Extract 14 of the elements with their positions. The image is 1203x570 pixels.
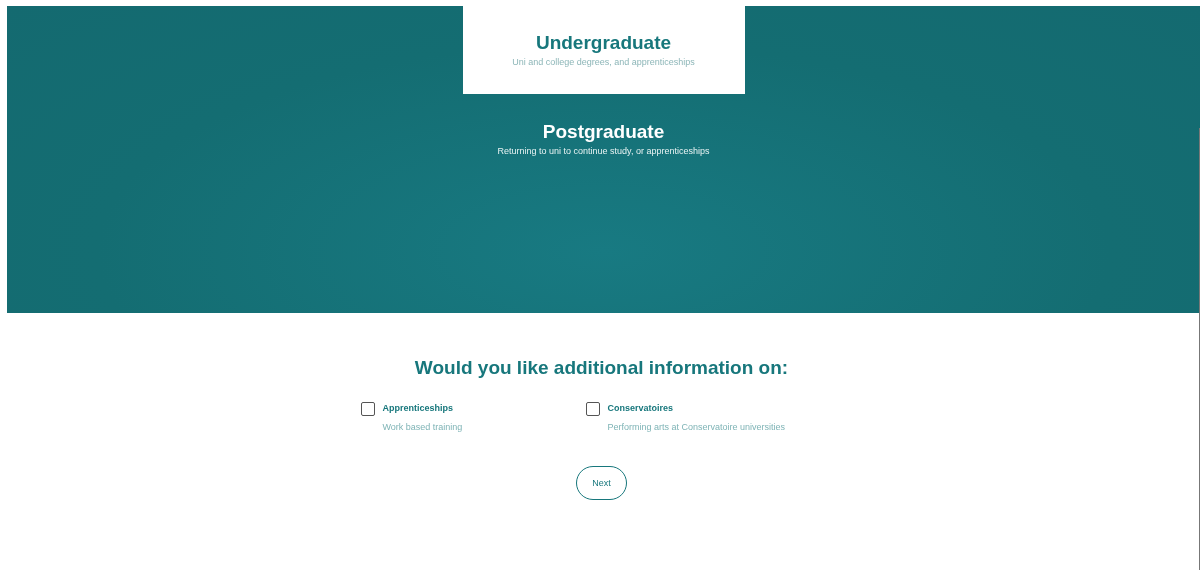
checkbox[interactable] <box>360 402 375 416</box>
study-level-card[interactable]: Postgraduate Returning to uni to continue study, or apprenticeships <box>462 94 745 182</box>
checkbox[interactable] <box>585 402 600 416</box>
level-subtitle: Uni and college degrees, and apprenticeships <box>512 57 695 67</box>
next-button[interactable]: Next <box>576 466 627 500</box>
section-heading: Would you like additional information on: <box>414 357 789 379</box>
option-label: Apprenticeships <box>382 403 454 413</box>
level-title: Postgraduate <box>542 121 665 143</box>
level-title: Undergraduate <box>535 32 672 54</box>
study-level-card[interactable]: Undergraduate Uni and college degrees, and apprenticeships <box>462 6 745 94</box>
level-subtitle: Returning to uni to continue study, or apprenticeships <box>497 146 710 156</box>
option-description: Performing arts at Conservatoire universities <box>607 421 786 434</box>
option-label: Conservatoires <box>607 403 675 413</box>
option-description: Work based training <box>382 421 463 434</box>
